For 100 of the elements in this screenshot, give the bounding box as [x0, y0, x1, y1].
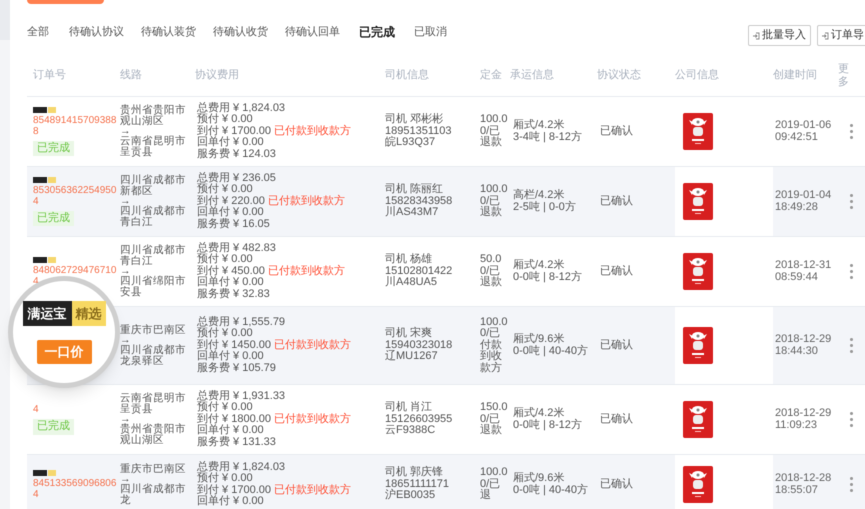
fee-line: 总费用 ¥ 1,931.33	[197, 390, 286, 402]
fee-line: 到付 ¥ 1700.00	[197, 126, 271, 137]
tag-badge-icon	[33, 106, 57, 113]
route-origin: 重庆市巴南区	[120, 324, 187, 336]
carrier-info: 2-5吨 | 0-0方	[513, 202, 577, 213]
fee-line: 到付 ¥ 450.00	[197, 266, 265, 277]
column-header: 创建时间	[773, 68, 818, 84]
route-destination: 贵州省贵阳市观山湖区	[120, 424, 187, 446]
driver-info: 15102801422	[385, 266, 454, 277]
route-origin: 四川省成都市新都区	[120, 175, 187, 197]
route-arrow: →	[120, 197, 130, 206]
route-destination: 四川省成都市龙	[120, 484, 187, 506]
payment-note: 已付款到收款方	[274, 484, 351, 496]
driver-info: 18951351103	[385, 126, 452, 137]
route-arrow: →	[120, 336, 130, 344]
column-header: 协议费用	[195, 68, 240, 84]
fee-line: 到付 ¥ 1700.00	[197, 484, 271, 496]
fee-line: 回单付 ¥ 0.00	[197, 351, 265, 362]
robot-dog-logo	[683, 113, 713, 150]
carrier-info: 厢式/9.6米	[513, 473, 566, 484]
driver-info: 司机 陈丽红	[385, 184, 444, 196]
carrier-info: 0-0吨 | 40-40方	[513, 484, 590, 496]
deposit-text: 100.00/已退款	[480, 114, 509, 149]
created-time: 08:59:44	[775, 272, 819, 283]
more-icon[interactable]	[849, 123, 854, 140]
status-badge: 已完成	[33, 140, 74, 156]
driver-info: 司机 邓彬彬	[385, 114, 444, 126]
fee-line: 服务费 ¥ 105.79	[197, 362, 277, 374]
created-time: 18:49:28	[775, 202, 819, 213]
agreement-status: 已确认	[600, 126, 633, 138]
robot-dog-logo	[683, 327, 713, 364]
tag-badge-icon	[33, 470, 57, 476]
carrier-info: 3-4吨 | 8-12方	[513, 132, 583, 143]
fee-line: 到付 ¥ 1450.00	[197, 340, 271, 351]
payment-note: 已付款到收款方	[274, 126, 351, 138]
tab[interactable]: 已取消	[414, 24, 447, 40]
fee-line: 预付 ¥ 0.00	[197, 114, 254, 126]
driver-info: 15940323018	[385, 340, 454, 351]
fee-line: 预付 ¥ 0.00	[197, 328, 254, 340]
route-destination: 四川省成都市龙泉驿区	[120, 344, 187, 366]
tab[interactable]: 待确认回单	[285, 24, 340, 40]
agreement-status: 已确认	[600, 196, 633, 208]
fee-line: 服务费 ¥ 131.33	[197, 436, 277, 448]
fee-line: 预付 ¥ 0.00	[197, 184, 254, 196]
tag-badge-icon	[33, 256, 57, 262]
fee-line: 服务费 ¥ 124.03	[197, 148, 277, 160]
import-button[interactable]: 订单导	[817, 25, 865, 46]
route-origin: 云南省昆明市呈贡县	[120, 393, 187, 415]
import-button[interactable]: 批量导入	[748, 25, 811, 46]
more-icon[interactable]	[849, 411, 854, 428]
created-time: 2018-12-31	[775, 260, 832, 272]
more-icon[interactable]	[849, 337, 854, 354]
fee-line: 服务费 ¥ 32.83	[197, 288, 271, 300]
tab[interactable]: 已完成	[359, 23, 395, 41]
fee-line: 回单付 ¥ 0.00	[197, 207, 265, 218]
driver-info: 司机 郭庆锋	[385, 467, 444, 479]
deposit-text: 100.00/已付款到收款方	[480, 316, 509, 374]
payment-note: 已付款到收款方	[268, 196, 345, 208]
deposit-text: 100.00/已退	[480, 467, 509, 502]
status-badge: 已完成	[33, 210, 74, 226]
carrier-info: 厢式/9.6米	[513, 334, 566, 345]
fee-line: 预付 ¥ 0.00	[197, 254, 254, 266]
route-arrow: →	[120, 474, 130, 484]
driver-info: 15126603955	[385, 414, 454, 425]
tab[interactable]: 全部	[27, 24, 49, 40]
action-button[interactable]	[27, 0, 104, 4]
robot-dog-logo	[683, 183, 713, 220]
column-header: 定金	[480, 68, 503, 84]
created-time: 11:09:23	[775, 420, 818, 431]
created-time: 2019-01-04	[775, 190, 832, 202]
more-icon[interactable]	[849, 193, 854, 210]
column-header: 更多	[838, 63, 849, 88]
fee-line: 回单付 ¥ 0.00	[197, 137, 265, 148]
tab[interactable]: 待确认收货	[213, 24, 268, 40]
column-header: 司机信息	[385, 68, 430, 84]
driver-info: 皖L93Q37	[385, 137, 436, 149]
carrier-info: 0-0吨 | 8-12方	[513, 420, 583, 431]
fee-line: 总费用 ¥ 482.83	[197, 242, 277, 254]
route-arrow: →	[120, 267, 132, 276]
robot-dog-logo	[683, 466, 713, 503]
more-icon[interactable]	[849, 476, 854, 493]
tab[interactable]: 待确认协议	[69, 24, 124, 40]
payment-note: 已付款到收款方	[274, 340, 351, 352]
column-header: 承运信息	[510, 68, 555, 84]
route-destination: 云南省昆明市呈贡县	[120, 136, 187, 158]
deposit-text: 150.00/已退款	[480, 402, 509, 437]
robot-dog-logo	[683, 401, 713, 438]
tab[interactable]: 待确认装货	[141, 24, 196, 40]
robot-dog-logo	[683, 253, 713, 290]
tag-label: 满运宝	[22, 300, 72, 326]
created-time: 2018-12-29	[775, 408, 832, 420]
column-header: 线路	[120, 68, 143, 84]
created-time: 18:55:07	[775, 484, 819, 496]
route-arrow: →	[120, 127, 130, 136]
more-icon[interactable]	[849, 263, 854, 280]
created-time: 2018-12-29	[775, 334, 832, 346]
column-header: 协议状态	[597, 68, 642, 84]
driver-info: 云F9388C	[385, 425, 436, 437]
driver-info: 司机 杨雄	[385, 254, 434, 266]
driver-info: 川A48UA5	[385, 277, 438, 289]
